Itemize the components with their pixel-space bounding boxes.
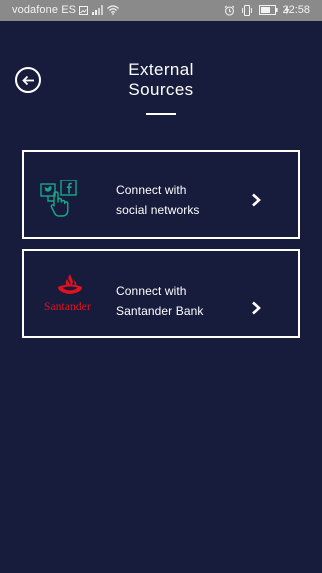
- status-bar: vodafone ES 22:58: [0, 0, 322, 21]
- connect-santander-bank-card[interactable]: Santander Connect with Santander Bank: [22, 249, 300, 338]
- carrier-name: vodafone ES: [12, 4, 77, 16]
- signal-icon: [92, 5, 103, 15]
- status-time: 22:58: [282, 4, 310, 16]
- vibrate-icon: [242, 4, 252, 16]
- page-title: External Sources: [0, 60, 322, 100]
- social-label-line-2: social networks: [116, 203, 200, 217]
- social-label-line-1: Connect with: [116, 183, 187, 197]
- santander-logo-text: Santander: [44, 301, 91, 313]
- social-touch-icon: [38, 179, 100, 220]
- santander-logo: Santander: [40, 273, 100, 315]
- chevron-right-icon: [252, 193, 261, 207]
- page-title-line-2: Sources: [128, 80, 194, 99]
- status-left-icons: [79, 3, 119, 17]
- status-right-icons: [224, 3, 290, 17]
- alarm-icon: [224, 5, 235, 16]
- bank-label-line-2: Santander Bank: [116, 304, 204, 318]
- wifi-icon: [107, 5, 119, 15]
- image-icon: [79, 5, 88, 15]
- battery-icon: [259, 5, 278, 15]
- santander-bank-label: Connect with Santander Bank: [116, 281, 203, 321]
- chevron-right-icon: [252, 301, 261, 315]
- connect-social-networks-card[interactable]: Connect with social networks: [22, 150, 300, 239]
- title-underline: [146, 113, 176, 115]
- bank-label-line-1: Connect with: [116, 284, 187, 298]
- social-networks-label: Connect with social networks: [116, 180, 200, 220]
- page-title-line-1: External: [128, 60, 194, 79]
